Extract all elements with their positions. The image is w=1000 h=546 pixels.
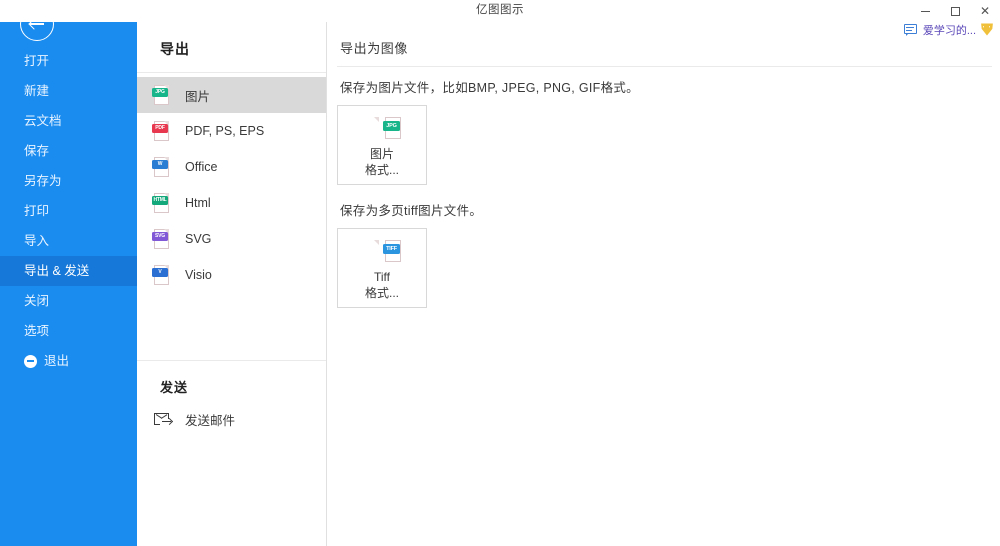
format-item-image[interactable]: JPG 图片 <box>137 77 326 113</box>
file-icon-tag: SVG <box>152 232 168 241</box>
tile-label-line1: 图片 <box>369 147 394 161</box>
sidebar-item-label: 导入 <box>24 234 50 248</box>
sidebar-item-cloud-doc[interactable]: 云文档 <box>0 106 137 136</box>
close-icon: ✕ <box>979 4 991 18</box>
format-item-label: Visio <box>185 268 212 282</box>
sidebar-item-label: 关闭 <box>24 294 50 308</box>
image-format-tile[interactable]: JPG 图片 格式... <box>337 105 427 185</box>
vip-badge-icon[interactable] <box>980 23 994 37</box>
sidebar-item-open[interactable]: 打开 <box>0 46 137 76</box>
format-item-label: Html <box>185 196 211 210</box>
sidebar-item-label: 云文档 <box>24 114 62 128</box>
file-icon-tag: V <box>152 268 168 277</box>
content-divider <box>337 66 992 67</box>
file-icon-tag: W <box>152 160 168 169</box>
sidebar-item-label: 打开 <box>24 54 50 68</box>
tile-label-line1: Tiff <box>373 270 390 284</box>
send-mail-item[interactable]: 发送邮件 <box>137 404 326 434</box>
export-heading: 导出 <box>160 41 190 57</box>
sidebar-item-save[interactable]: 保存 <box>0 136 137 166</box>
format-item-label: Office <box>185 160 218 174</box>
sidebar-item-label: 打印 <box>24 204 50 218</box>
pdf-file-icon: PDF <box>152 120 172 143</box>
tiff-export-description: 保存为多页tiff图片文件。 <box>340 204 483 218</box>
send-mail-label: 发送邮件 <box>185 413 236 428</box>
sidebar-item-print[interactable]: 打印 <box>0 196 137 226</box>
sidebar: 打开 新建 云文档 保存 另存为 打印 导入 导出 & 发送 关闭 选项 退出 <box>0 0 137 546</box>
export-format-list: JPG 图片 PDF PDF, PS, EPS W Office HTML Ht… <box>137 77 326 293</box>
file-icon-tag: PDF <box>152 124 168 133</box>
format-item-pdf-ps-eps[interactable]: PDF PDF, PS, EPS <box>137 113 326 149</box>
file-icon-tag: JPG <box>383 121 400 131</box>
minimize-icon <box>920 10 930 12</box>
mail-send-icon <box>154 412 174 426</box>
send-heading: 发送 <box>160 380 189 395</box>
sidebar-item-label: 另存为 <box>24 174 62 188</box>
sidebar-item-label: 退出 <box>44 354 70 368</box>
file-icon-tag: JPG <box>152 88 168 97</box>
image-export-description: 保存为图片文件，比如BMP, JPEG, PNG, GIF格式。 <box>340 81 639 95</box>
file-icon-tag: HTML <box>152 196 168 205</box>
tile-label-line2: 格式... <box>364 163 399 177</box>
sidebar-item-close[interactable]: 关闭 <box>0 286 137 316</box>
sidebar-item-label: 导出 & 发送 <box>24 264 90 278</box>
sidebar-item-save-as[interactable]: 另存为 <box>0 166 137 196</box>
export-detail-panel: 导出为图像 保存为图片文件，比如BMP, JPEG, PNG, GIF格式。 J… <box>327 22 1000 546</box>
exit-icon <box>24 354 37 368</box>
export-format-panel: 导出 JPG 图片 PDF PDF, PS, EPS W Office HTML… <box>137 22 327 546</box>
sidebar-item-label: 新建 <box>24 84 50 98</box>
format-item-label: SVG <box>185 232 212 246</box>
sidebar-item-options[interactable]: 选项 <box>0 316 137 346</box>
minimize-button[interactable] <box>910 0 940 22</box>
format-item-html[interactable]: HTML Html <box>137 185 326 221</box>
file-icon-tag: TIFF <box>383 244 400 254</box>
window-title: 亿图图示 <box>476 4 524 16</box>
maximize-button[interactable] <box>940 0 970 22</box>
sidebar-item-label: 保存 <box>24 144 50 158</box>
sidebar-item-label: 选项 <box>24 324 50 338</box>
format-item-office[interactable]: W Office <box>137 149 326 185</box>
content-title: 导出为图像 <box>340 41 409 56</box>
account-name[interactable]: 爱学习的... <box>923 22 976 38</box>
sidebar-nav: 打开 新建 云文档 保存 另存为 打印 导入 导出 & 发送 关闭 选项 退出 <box>0 46 137 376</box>
maximize-icon <box>950 6 960 16</box>
title-bar: 亿图图示 ✕ <box>0 0 1000 22</box>
format-item-label: PDF, PS, EPS <box>185 124 265 138</box>
word-file-icon: W <box>152 156 172 179</box>
html-file-icon: HTML <box>152 192 172 215</box>
format-item-visio[interactable]: V Visio <box>137 257 326 293</box>
sidebar-item-export-and-send[interactable]: 导出 & 发送 <box>0 256 137 286</box>
tile-label-line2: 格式... <box>364 286 399 300</box>
chat-icon[interactable] <box>903 23 919 37</box>
window-controls: ✕ <box>910 0 1000 22</box>
format-item-svg[interactable]: SVG SVG <box>137 221 326 257</box>
send-section-divider <box>137 360 326 361</box>
format-item-label: 图片 <box>185 89 211 104</box>
close-button[interactable]: ✕ <box>970 0 1000 22</box>
jpg-file-icon: JPG <box>152 84 172 107</box>
sidebar-item-import[interactable]: 导入 <box>0 226 137 256</box>
sidebar-item-exit[interactable]: 退出 <box>0 346 137 376</box>
svg-file-icon: SVG <box>152 228 172 251</box>
account-strip: 爱学习的... <box>903 20 994 40</box>
sidebar-item-new[interactable]: 新建 <box>0 76 137 106</box>
visio-file-icon: V <box>152 264 172 287</box>
panel-divider <box>137 72 326 73</box>
tiff-format-tile[interactable]: TIFF Tiff 格式... <box>337 228 427 308</box>
